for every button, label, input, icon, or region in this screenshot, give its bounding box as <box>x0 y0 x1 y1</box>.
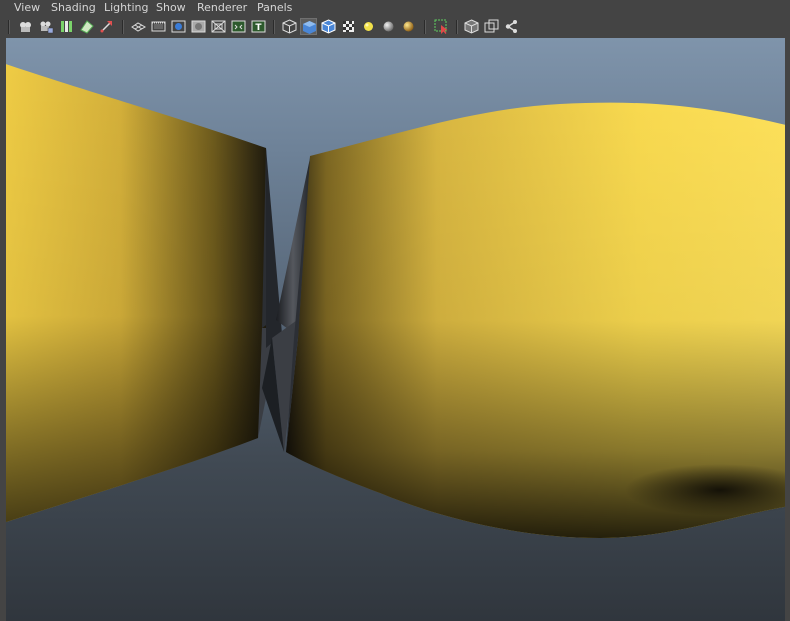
bookmarks-icon[interactable] <box>58 18 75 35</box>
safe-title-icon[interactable]: T <box>250 18 267 35</box>
use-default-light-icon[interactable] <box>360 18 377 35</box>
panel-toolbar: T <box>0 16 790 38</box>
camera-attributes-icon[interactable] <box>37 18 54 35</box>
xray-joints-icon[interactable] <box>503 18 520 35</box>
menu-panels[interactable]: Panels <box>257 1 292 15</box>
shadows-icon[interactable] <box>380 18 397 35</box>
panel-menubar: View Shading Lighting Show Renderer Pane… <box>0 0 790 16</box>
resolution-gate-icon[interactable] <box>170 18 187 35</box>
menu-renderer[interactable]: Renderer <box>197 1 247 15</box>
svg-text:T: T <box>255 23 262 33</box>
textured-icon[interactable] <box>340 18 357 35</box>
menu-show[interactable]: Show <box>156 1 186 15</box>
viewport-scene[interactable] <box>0 38 790 621</box>
wireframe-icon[interactable] <box>281 18 298 35</box>
ambient-occlusion-icon[interactable] <box>400 18 417 35</box>
toolbar-separator <box>273 20 275 34</box>
grid-icon[interactable] <box>130 18 147 35</box>
toolbar-separator <box>424 20 426 34</box>
menu-lighting[interactable]: Lighting <box>104 1 148 15</box>
safe-action-icon[interactable] <box>230 18 247 35</box>
gate-mask-icon[interactable] <box>190 18 207 35</box>
image-plane-icon[interactable] <box>78 18 95 35</box>
menu-view[interactable]: View <box>14 1 40 15</box>
smooth-shade-icon[interactable] <box>300 18 317 35</box>
right-mesh[interactable] <box>286 102 790 538</box>
toolbar-separator <box>8 20 10 34</box>
2d-pan-zoom-icon[interactable] <box>98 18 115 35</box>
menu-shading[interactable]: Shading <box>51 1 96 15</box>
isolate-select-icon[interactable] <box>433 18 450 35</box>
select-camera-icon[interactable] <box>17 18 34 35</box>
toolbar-separator <box>122 20 124 34</box>
wireframe-on-shaded-icon[interactable] <box>320 18 337 35</box>
left-mesh[interactable] <box>0 62 276 524</box>
field-chart-icon[interactable] <box>210 18 227 35</box>
film-gate-icon[interactable] <box>150 18 167 35</box>
xray-icon[interactable] <box>463 18 480 35</box>
toolbar-separator <box>456 20 458 34</box>
xray-active-components-icon[interactable] <box>483 18 500 35</box>
3d-viewport[interactable] <box>0 38 790 621</box>
